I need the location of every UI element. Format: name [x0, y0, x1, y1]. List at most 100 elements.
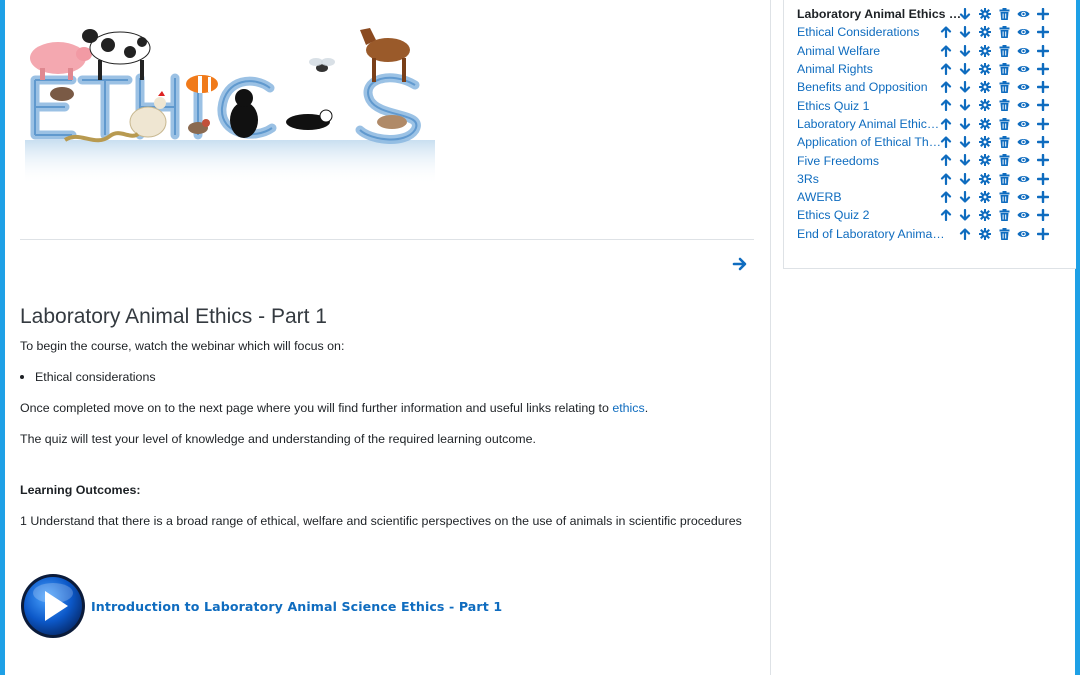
move-down-icon[interactable] [956, 207, 976, 223]
preview-eye-icon[interactable] [1014, 152, 1034, 168]
preview-eye-icon[interactable] [1014, 116, 1034, 132]
delete-trash-icon[interactable] [995, 207, 1015, 223]
delete-trash-icon[interactable] [995, 43, 1015, 59]
preview-eye-icon[interactable] [1014, 189, 1034, 205]
add-page-plus-icon[interactable] [1034, 97, 1054, 113]
move-down-icon[interactable] [956, 134, 976, 150]
preview-eye-icon[interactable] [1014, 226, 1034, 242]
delete-trash-icon[interactable] [995, 189, 1015, 205]
page-title: Laboratory Animal Ethics - Part 1 [20, 305, 327, 328]
lesson-page-link[interactable]: Benefits and Opposition [797, 80, 928, 94]
lesson-page-link[interactable]: Ethical Considerations [797, 25, 919, 39]
next-page-arrow-icon[interactable] [732, 256, 748, 272]
move-up-icon[interactable] [936, 43, 956, 59]
window-frame-left [0, 0, 5, 675]
settings-gear-icon[interactable] [975, 24, 995, 40]
lesson-page-link[interactable]: Animal Welfare [797, 44, 880, 58]
settings-gear-icon[interactable] [975, 171, 995, 187]
lesson-page-item: Animal Rights [797, 60, 1067, 78]
add-page-plus-icon[interactable] [1034, 134, 1054, 150]
delete-trash-icon[interactable] [995, 97, 1015, 113]
add-page-plus-icon[interactable] [1034, 226, 1054, 242]
video-link[interactable]: Introduction to Laboratory Animal Scienc… [20, 573, 502, 639]
add-page-plus-icon[interactable] [1034, 61, 1054, 77]
move-up-icon[interactable] [956, 226, 976, 242]
move-down-icon[interactable] [956, 171, 976, 187]
move-up-icon[interactable] [936, 189, 956, 205]
settings-gear-icon[interactable] [975, 226, 995, 242]
move-up-icon[interactable] [936, 116, 956, 132]
move-down-icon[interactable] [956, 24, 976, 40]
move-down-icon[interactable] [956, 116, 976, 132]
move-down-icon[interactable] [956, 152, 976, 168]
move-up-icon[interactable] [936, 207, 956, 223]
add-page-plus-icon[interactable] [1034, 43, 1054, 59]
move-up-icon[interactable] [936, 24, 956, 40]
add-page-plus-icon[interactable] [1034, 189, 1054, 205]
preview-eye-icon[interactable] [1014, 24, 1034, 40]
settings-gear-icon[interactable] [975, 79, 995, 95]
move-down-icon[interactable] [956, 6, 976, 22]
delete-trash-icon[interactable] [995, 61, 1015, 77]
delete-trash-icon[interactable] [995, 24, 1015, 40]
delete-trash-icon[interactable] [995, 6, 1015, 22]
preview-eye-icon[interactable] [1014, 61, 1034, 77]
move-down-icon[interactable] [956, 97, 976, 113]
preview-eye-icon[interactable] [1014, 97, 1034, 113]
lesson-page-link[interactable]: 3Rs [797, 172, 819, 186]
lesson-page-link[interactable]: Laboratory Animal Ethics - Part 2 [797, 117, 945, 131]
add-page-plus-icon[interactable] [1034, 116, 1054, 132]
settings-gear-icon[interactable] [975, 61, 995, 77]
delete-trash-icon[interactable] [995, 116, 1015, 132]
preview-eye-icon[interactable] [1014, 207, 1034, 223]
settings-gear-icon[interactable] [975, 116, 995, 132]
settings-gear-icon[interactable] [975, 134, 995, 150]
lesson-page-link[interactable]: Application of Ethical Theories [797, 135, 945, 149]
preview-eye-icon[interactable] [1014, 43, 1034, 59]
move-up-icon[interactable] [936, 171, 956, 187]
add-page-plus-icon[interactable] [1034, 207, 1054, 223]
add-page-plus-icon[interactable] [1034, 171, 1054, 187]
lesson-page-link[interactable]: Five Freedoms [797, 154, 879, 168]
add-page-plus-icon[interactable] [1034, 6, 1054, 22]
play-icon[interactable] [20, 573, 86, 639]
settings-gear-icon[interactable] [975, 6, 995, 22]
delete-trash-icon[interactable] [995, 226, 1015, 242]
lesson-page-link[interactable]: Laboratory Animal Ethics - Part 1 [797, 7, 965, 21]
move-down-icon[interactable] [956, 61, 976, 77]
lesson-page-link[interactable]: Ethics Quiz 1 [797, 99, 869, 113]
move-up-icon[interactable] [936, 152, 956, 168]
delete-trash-icon[interactable] [995, 152, 1015, 168]
ethics-link[interactable]: ethics [612, 401, 644, 415]
move-down-icon[interactable] [956, 79, 976, 95]
preview-eye-icon[interactable] [1014, 171, 1034, 187]
lesson-page-link[interactable]: AWERB [797, 190, 842, 204]
settings-gear-icon[interactable] [975, 207, 995, 223]
move-down-icon[interactable] [956, 43, 976, 59]
move-down-icon[interactable] [956, 189, 976, 205]
add-page-plus-icon[interactable] [1034, 152, 1054, 168]
preview-eye-icon[interactable] [1014, 134, 1034, 150]
video-link-label[interactable]: Introduction to Laboratory Animal Scienc… [91, 599, 502, 614]
move-up-icon[interactable] [936, 79, 956, 95]
settings-gear-icon[interactable] [975, 97, 995, 113]
delete-trash-icon[interactable] [995, 134, 1015, 150]
move-up-icon[interactable] [936, 61, 956, 77]
settings-gear-icon[interactable] [975, 43, 995, 59]
lesson-page-link[interactable]: Animal Rights [797, 62, 873, 76]
lesson-page-item: Ethics Quiz 1 [797, 96, 1067, 114]
intro-text: To begin the course, watch the webinar w… [20, 339, 345, 353]
add-page-plus-icon[interactable] [1034, 79, 1054, 95]
settings-gear-icon[interactable] [975, 152, 995, 168]
add-page-plus-icon[interactable] [1034, 24, 1054, 40]
move-up-icon[interactable] [936, 97, 956, 113]
delete-trash-icon[interactable] [995, 171, 1015, 187]
settings-gear-icon[interactable] [975, 189, 995, 205]
delete-trash-icon[interactable] [995, 79, 1015, 95]
learning-outcomes-heading: Learning Outcomes: [20, 483, 141, 497]
move-up-icon[interactable] [936, 134, 956, 150]
lesson-page-link[interactable]: Ethics Quiz 2 [797, 208, 869, 222]
preview-eye-icon[interactable] [1014, 79, 1034, 95]
preview-eye-icon[interactable] [1014, 6, 1034, 22]
lesson-page-link[interactable]: End of Laboratory Animal Welfare [797, 227, 945, 241]
